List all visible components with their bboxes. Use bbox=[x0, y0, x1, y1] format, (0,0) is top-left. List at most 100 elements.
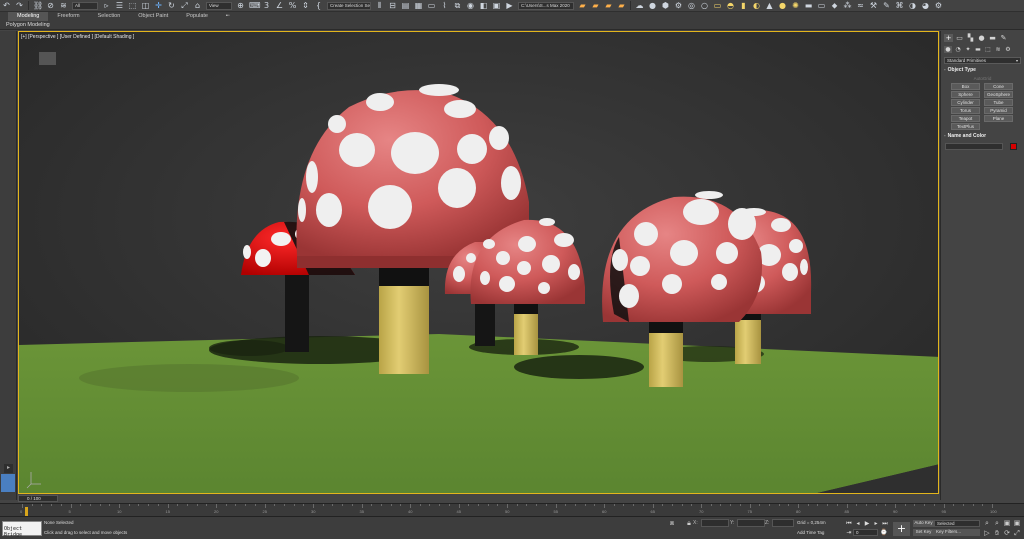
expand-arrow-icon[interactable]: ▸ bbox=[4, 464, 13, 473]
viewport-label[interactable]: [+] [Perspective ] [User Defined ] [Defa… bbox=[21, 34, 134, 40]
motion-tab-icon[interactable]: ● bbox=[977, 34, 986, 42]
named-selection-dropdown[interactable]: Create Selection Se bbox=[327, 1, 371, 10]
cameras-icon[interactable]: ▬ bbox=[974, 46, 982, 53]
primitive-type-dropdown[interactable]: Standard Primitives ▾ bbox=[944, 57, 1021, 64]
zoom-icon[interactable]: ⌕ bbox=[983, 519, 991, 527]
timeline[interactable]: 0 5 10 15 20 25 30 35 40 45 50 55 60 65 70 75 80 85 90 95 10… bbox=[0, 503, 1024, 516]
cloud-icon[interactable]: ☁ bbox=[635, 1, 644, 10]
tube-icon[interactable]: ◎ bbox=[687, 1, 696, 10]
tab-populate[interactable]: Populate bbox=[177, 12, 217, 21]
rectangular-selection-icon[interactable]: ⬚ bbox=[128, 1, 137, 10]
helpers-icon[interactable]: ⬚ bbox=[984, 46, 992, 53]
tab-selection[interactable]: Selection bbox=[89, 12, 130, 21]
keyboard-shortcut-override-icon[interactable]: ⌨ bbox=[249, 1, 261, 10]
perspective-viewport[interactable]: [+] [Perspective ] [User Defined ] [Defa… bbox=[18, 31, 939, 494]
render-icon[interactable]: ◕ bbox=[921, 1, 930, 10]
hierarchy-tab-icon[interactable]: ▚ bbox=[966, 34, 975, 42]
plane-button[interactable]: Plane bbox=[984, 115, 1013, 122]
x-coord-field[interactable] bbox=[701, 519, 729, 527]
shapes-icon[interactable]: ◔ bbox=[954, 46, 962, 53]
helper-icon[interactable]: ▭ bbox=[817, 1, 826, 10]
select-and-link-icon[interactable]: ⛓ bbox=[33, 1, 43, 10]
ribbon-toggle-icon[interactable]: ▭ bbox=[427, 1, 436, 10]
select-and-place-icon[interactable]: ⌂ bbox=[193, 1, 202, 10]
pyramid-button[interactable]: Pyramid bbox=[984, 107, 1013, 114]
key-mode-icon[interactable]: ⇥ bbox=[845, 529, 853, 536]
snaps-toggle-icon[interactable]: 3 bbox=[262, 1, 271, 10]
geosphere-button[interactable]: GeoSphere bbox=[984, 91, 1013, 98]
go-to-start-icon[interactable]: ⏮ bbox=[845, 520, 853, 527]
scene-explorer-icon[interactable]: ▤ bbox=[401, 1, 410, 10]
recent-folder-icon[interactable]: ▰ bbox=[604, 1, 613, 10]
y-coord-field[interactable] bbox=[737, 519, 765, 527]
settings-icon[interactable]: ⚙ bbox=[934, 1, 943, 10]
auto-key-button[interactable]: Auto Key bbox=[913, 520, 934, 527]
selection-filter-dropdown[interactable]: All bbox=[72, 1, 98, 10]
space-warps-icon[interactable]: ≋ bbox=[994, 46, 1002, 53]
selection-lock-icon[interactable]: 🔒︎ bbox=[685, 519, 693, 527]
teapot-button[interactable]: Teapot bbox=[951, 115, 980, 122]
cylinder-button[interactable]: Cylinder bbox=[951, 99, 980, 106]
gear-primitive-icon[interactable]: ⚙ bbox=[674, 1, 683, 10]
maxscript-listener-field[interactable]: Object Bridge bbox=[2, 521, 42, 538]
reference-coordinate-dropdown[interactable]: View bbox=[206, 1, 232, 10]
tab-freeform[interactable]: Freeform bbox=[48, 12, 88, 21]
select-and-scale-icon[interactable]: ⤢ bbox=[180, 1, 189, 10]
torus-icon[interactable]: ○ bbox=[700, 1, 709, 10]
modify-tab-icon[interactable]: ▭ bbox=[955, 34, 964, 42]
percent-snap-icon[interactable]: % bbox=[288, 1, 297, 10]
edit-named-selection-icon[interactable]: { bbox=[314, 1, 323, 10]
box-primitive-icon[interactable]: ▭ bbox=[713, 1, 722, 10]
sphere-button[interactable]: Sphere bbox=[951, 91, 980, 98]
camera-icon[interactable]: ▬ bbox=[804, 1, 813, 10]
hemisphere-icon[interactable]: ◓ bbox=[726, 1, 735, 10]
omni-light-icon[interactable]: ✺ bbox=[791, 1, 800, 10]
name-and-color-rollout-header[interactable]: - Name and Color bbox=[944, 133, 1021, 140]
textplus-button[interactable]: TextPlus bbox=[951, 123, 980, 130]
maximize-viewport-icon[interactable]: ⤢ bbox=[1013, 529, 1021, 537]
current-frame-field[interactable]: 0 bbox=[853, 529, 878, 536]
object-name-field[interactable] bbox=[945, 143, 1003, 150]
viewport-icon[interactable]: ◑ bbox=[908, 1, 917, 10]
key-set-dropdown[interactable]: Selected bbox=[934, 520, 980, 527]
container-icon[interactable]: ⬢ bbox=[661, 1, 670, 10]
project-folder-icon[interactable]: ▰ bbox=[591, 1, 600, 10]
render-setup-icon[interactable]: ◧ bbox=[479, 1, 488, 10]
cone-button[interactable]: Cone bbox=[984, 83, 1013, 90]
object-color-swatch[interactable] bbox=[1010, 143, 1017, 150]
select-by-name-icon[interactable]: ☰ bbox=[115, 1, 124, 10]
isolate-selection-icon[interactable]: ⧈ bbox=[668, 519, 676, 527]
time-slider-handle[interactable] bbox=[25, 507, 28, 516]
lights-icon[interactable]: ✦ bbox=[964, 46, 972, 53]
mirror-icon[interactable]: ⫴ bbox=[375, 1, 384, 10]
open-folder-icon[interactable]: ▰ bbox=[578, 1, 587, 10]
sphere-primitive-icon[interactable]: ● bbox=[648, 1, 657, 10]
scene-explorer-toggle-button[interactable] bbox=[1, 474, 15, 492]
zoom-all-icon[interactable]: ⌕ bbox=[993, 519, 1001, 527]
zoom-extents-all-icon[interactable]: ▣ bbox=[1013, 519, 1021, 527]
play-icon[interactable]: ▶ bbox=[863, 520, 871, 527]
render-production-icon[interactable]: ▶ bbox=[505, 1, 514, 10]
object-type-rollout-header[interactable]: - Object Type bbox=[944, 67, 1021, 74]
light-icon[interactable]: ● bbox=[778, 1, 787, 10]
field-of-view-icon[interactable]: ▷ bbox=[983, 529, 991, 537]
tab-modeling[interactable]: Modeling bbox=[8, 12, 49, 21]
tube-button[interactable]: Tube bbox=[984, 99, 1013, 106]
time-slider-frame-counter[interactable]: 0 / 100 bbox=[18, 495, 58, 502]
space-warp-icon[interactable]: ⬥ bbox=[830, 1, 839, 10]
display-tab-icon[interactable]: ▬ bbox=[988, 34, 997, 42]
set-key-button[interactable]: Set Key bbox=[913, 529, 934, 536]
ribbon-panel-label[interactable]: Polygon Modeling bbox=[0, 21, 1024, 29]
utilities-tab-icon[interactable]: ✎ bbox=[999, 34, 1008, 42]
undo-icon[interactable]: ↶ bbox=[2, 1, 11, 10]
material-editor-icon[interactable]: ◉ bbox=[466, 1, 475, 10]
modifier-icon[interactable]: ⚒ bbox=[869, 1, 878, 10]
select-object-icon[interactable]: ▹ bbox=[102, 1, 111, 10]
workspace-dropdown[interactable]: C:\Users\S...s Max 2020 bbox=[518, 1, 574, 10]
time-configuration-icon[interactable]: ⌚ bbox=[880, 529, 888, 536]
set-keys-button[interactable]: + bbox=[893, 522, 910, 536]
create-tab-icon[interactable]: + bbox=[944, 34, 953, 42]
orbit-icon[interactable]: ⟳ bbox=[1003, 529, 1011, 537]
schematic-view-icon[interactable]: ⧉ bbox=[453, 1, 462, 10]
cylinder-icon[interactable]: ▮ bbox=[739, 1, 748, 10]
